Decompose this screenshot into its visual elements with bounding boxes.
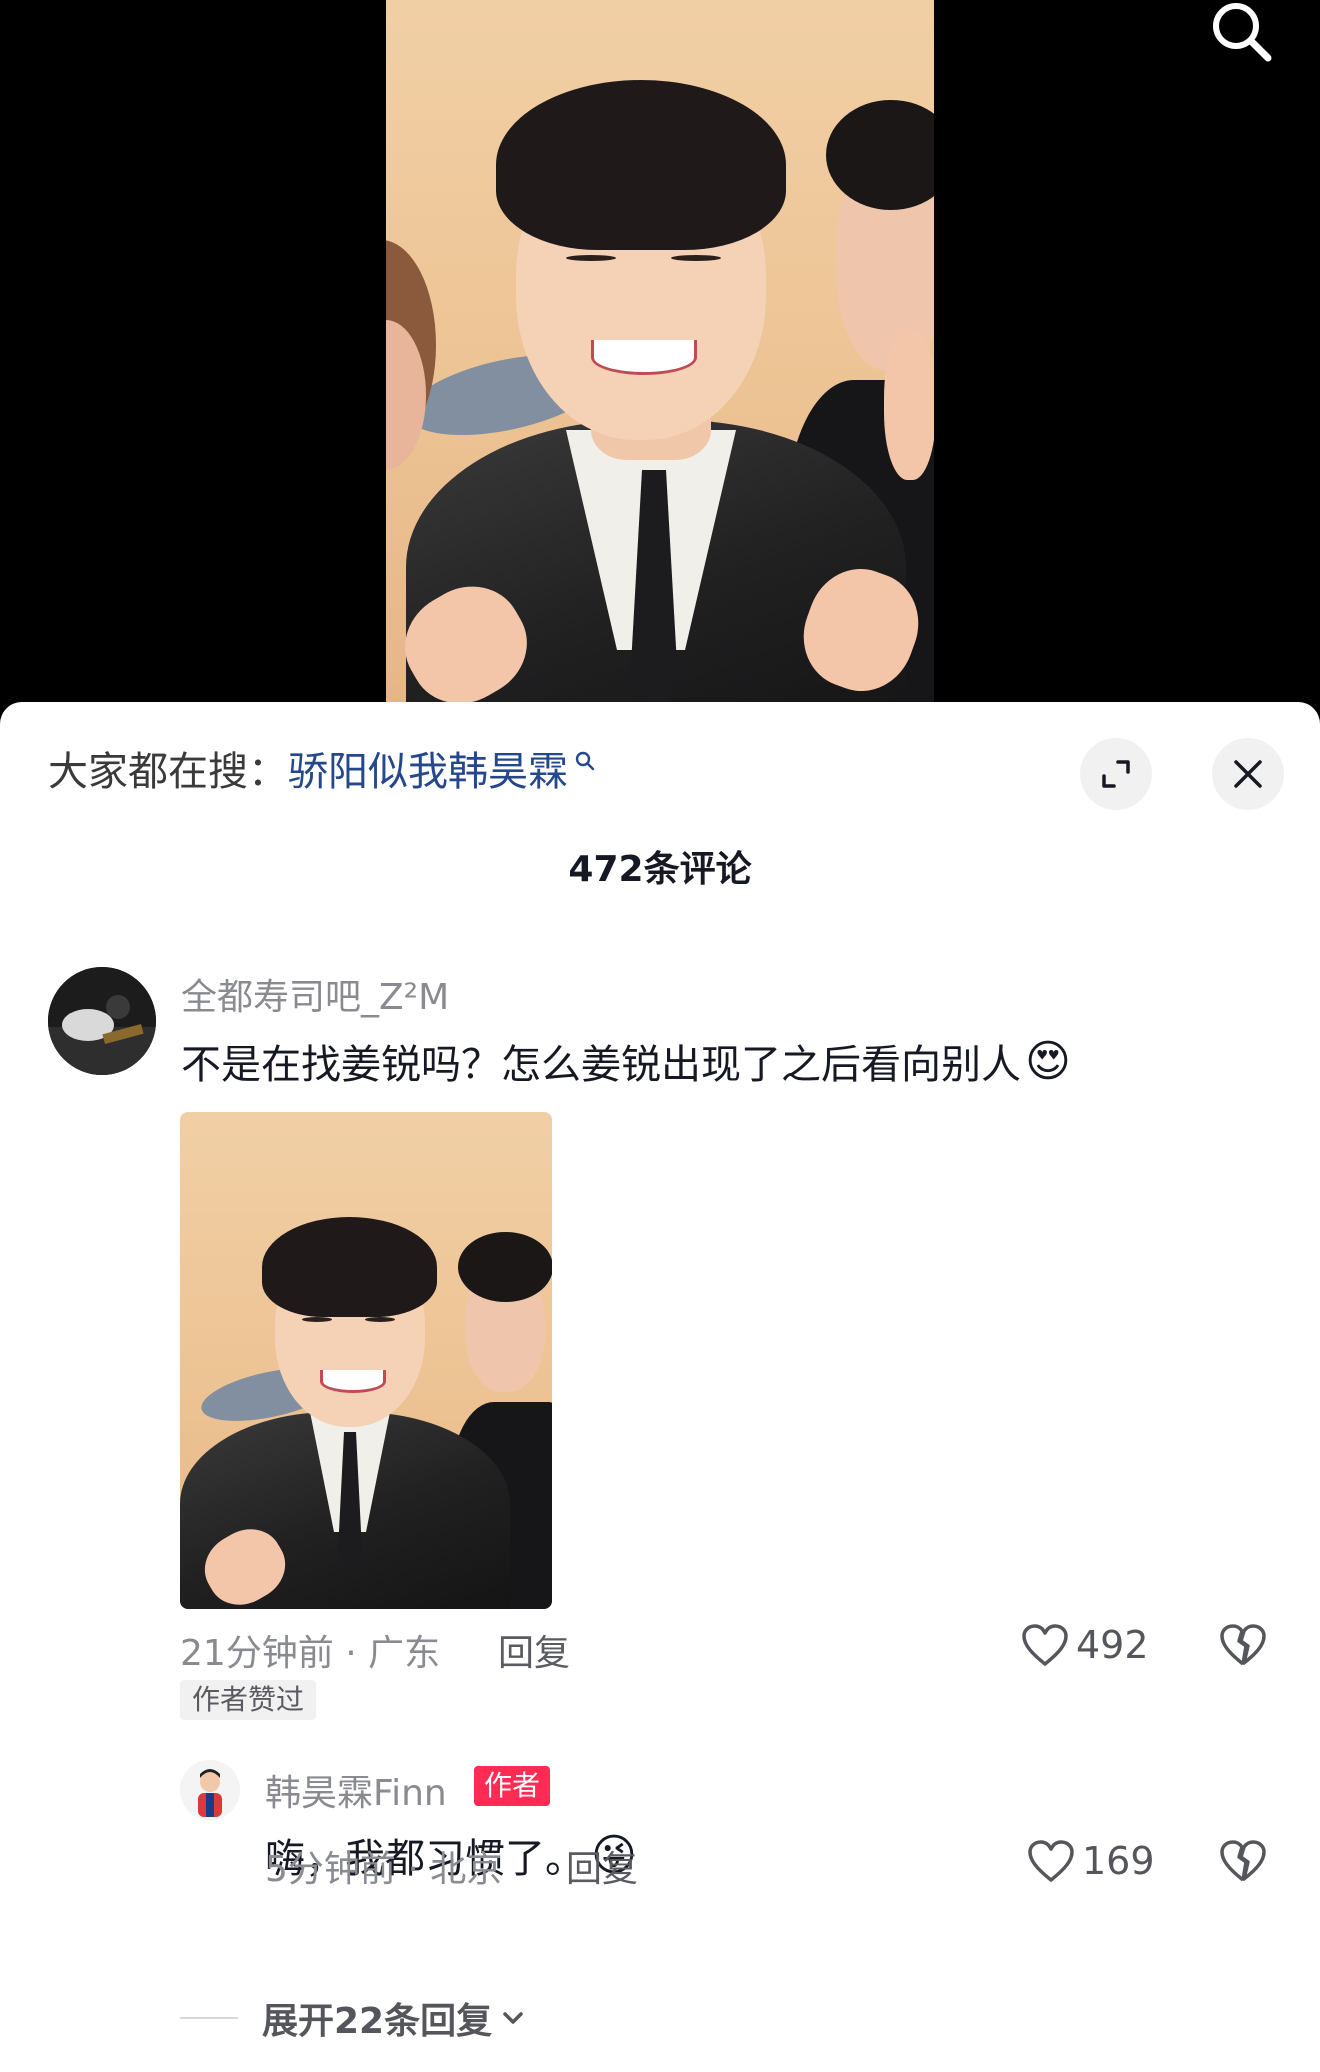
reply-username[interactable]: 韩昊霖Finn xyxy=(265,1764,447,1816)
comment-count: 472条评论 xyxy=(568,849,752,890)
chevron-down-icon xyxy=(503,2012,523,2024)
comment-like-count: 492 xyxy=(1076,1623,1149,1667)
person-smile xyxy=(320,1370,386,1393)
comment-text: 不是在找姜锐吗？怎么姜锐出现了之后看向别人 😍 xyxy=(181,1032,1071,1090)
expand-icon xyxy=(1102,760,1130,788)
search-icon xyxy=(1213,3,1272,62)
heart-icon xyxy=(1022,1624,1068,1666)
expand-replies-label: 展开22条回复 xyxy=(262,2001,493,2042)
search-button[interactable] xyxy=(1204,0,1280,72)
comment-text-body: 不是在找姜锐吗？怎么姜锐出现了之后看向别人 xyxy=(181,1042,1021,1088)
reply-avatar[interactable] xyxy=(180,1760,240,1820)
search-icon xyxy=(575,751,595,771)
reply-like-button[interactable]: 169 xyxy=(1026,1838,1155,1884)
reply-dislike-button[interactable] xyxy=(1218,1838,1268,1888)
broken-heart-icon xyxy=(1220,1840,1266,1882)
trending-prefix: 大家都在搜： xyxy=(48,749,288,795)
avatar-image xyxy=(48,967,156,1075)
close-button[interactable] xyxy=(1212,738,1284,810)
expand-replies-button[interactable]: 展开22条回复 xyxy=(180,1992,528,2044)
close-icon xyxy=(1234,760,1262,788)
reply-avatar-image xyxy=(180,1760,240,1820)
video-frame xyxy=(386,0,934,720)
reply-reply-button[interactable]: 回复 xyxy=(566,1840,638,1892)
person-eye-right xyxy=(365,1317,395,1322)
heart-icon xyxy=(1028,1840,1074,1882)
heart-eyes-emoji: 😍 xyxy=(1025,1035,1071,1087)
comment-like-button[interactable]: 492 xyxy=(1020,1622,1149,1668)
broken-heart-icon xyxy=(1220,1624,1266,1666)
video-player[interactable] xyxy=(0,0,1320,720)
avatar[interactable] xyxy=(48,967,156,1075)
comment-meta: 21分钟前 · 广东 xyxy=(180,1633,441,1674)
expand-divider xyxy=(180,2017,238,2019)
author-badge: 作者 xyxy=(474,1766,551,1806)
author-liked-tag: 作者赞过 xyxy=(180,1680,317,1720)
comment-username[interactable]: 全都寿司吧_Z²M xyxy=(181,968,449,1020)
trending-search: 大家都在搜： 骄阳似我韩昊霖 xyxy=(48,744,596,800)
main-person-eye-left xyxy=(566,255,616,261)
trending-search-link[interactable]: 骄阳似我韩昊霖 xyxy=(288,744,568,800)
right-person-hand xyxy=(884,330,934,480)
person-eye-left xyxy=(302,1317,332,1322)
person-hair xyxy=(262,1217,437,1317)
expand-button[interactable] xyxy=(1080,738,1152,810)
main-person-hair xyxy=(496,80,786,250)
main-person-eye-right xyxy=(671,255,721,261)
comment-sheet: 大家都在搜： 骄阳似我韩昊霖 472条评论 全都寿司吧_Z²M 不是在找姜锐吗？… xyxy=(0,702,1320,2072)
reply-like-count: 169 xyxy=(1082,1839,1155,1883)
comment-dislike-button[interactable] xyxy=(1218,1622,1268,1672)
comment-reply-button[interactable]: 回复 xyxy=(498,1624,570,1676)
main-person-smile xyxy=(591,340,697,375)
comment-image[interactable] xyxy=(180,1112,552,1609)
right-person-hair xyxy=(458,1232,552,1302)
reply-meta: 5分钟前 · 北京 xyxy=(265,1849,503,1890)
